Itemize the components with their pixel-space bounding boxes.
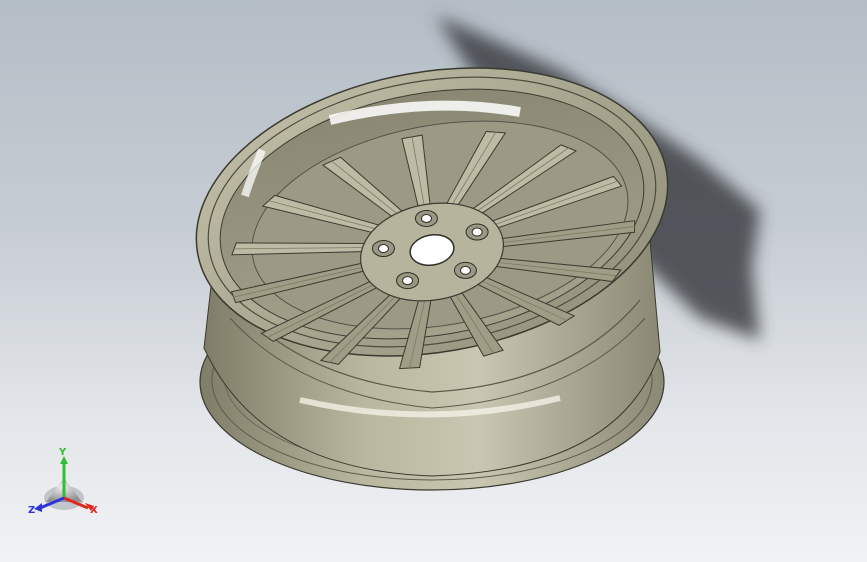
- coordinate-triad: Y X Z: [28, 448, 108, 528]
- lug-bore: [377, 244, 389, 254]
- triad-icon: [34, 456, 94, 512]
- lug-bore: [402, 276, 414, 286]
- graphics-viewport[interactable]: Y X Z: [0, 0, 867, 562]
- lug-bore: [471, 227, 483, 237]
- z-axis-label: Z: [28, 505, 36, 516]
- lug-bore: [459, 265, 471, 275]
- y-axis-label: Y: [59, 447, 67, 458]
- x-axis-label: X: [90, 505, 98, 516]
- lug-bore: [420, 213, 432, 223]
- wheel-rim-model[interactable]: [0, 0, 867, 562]
